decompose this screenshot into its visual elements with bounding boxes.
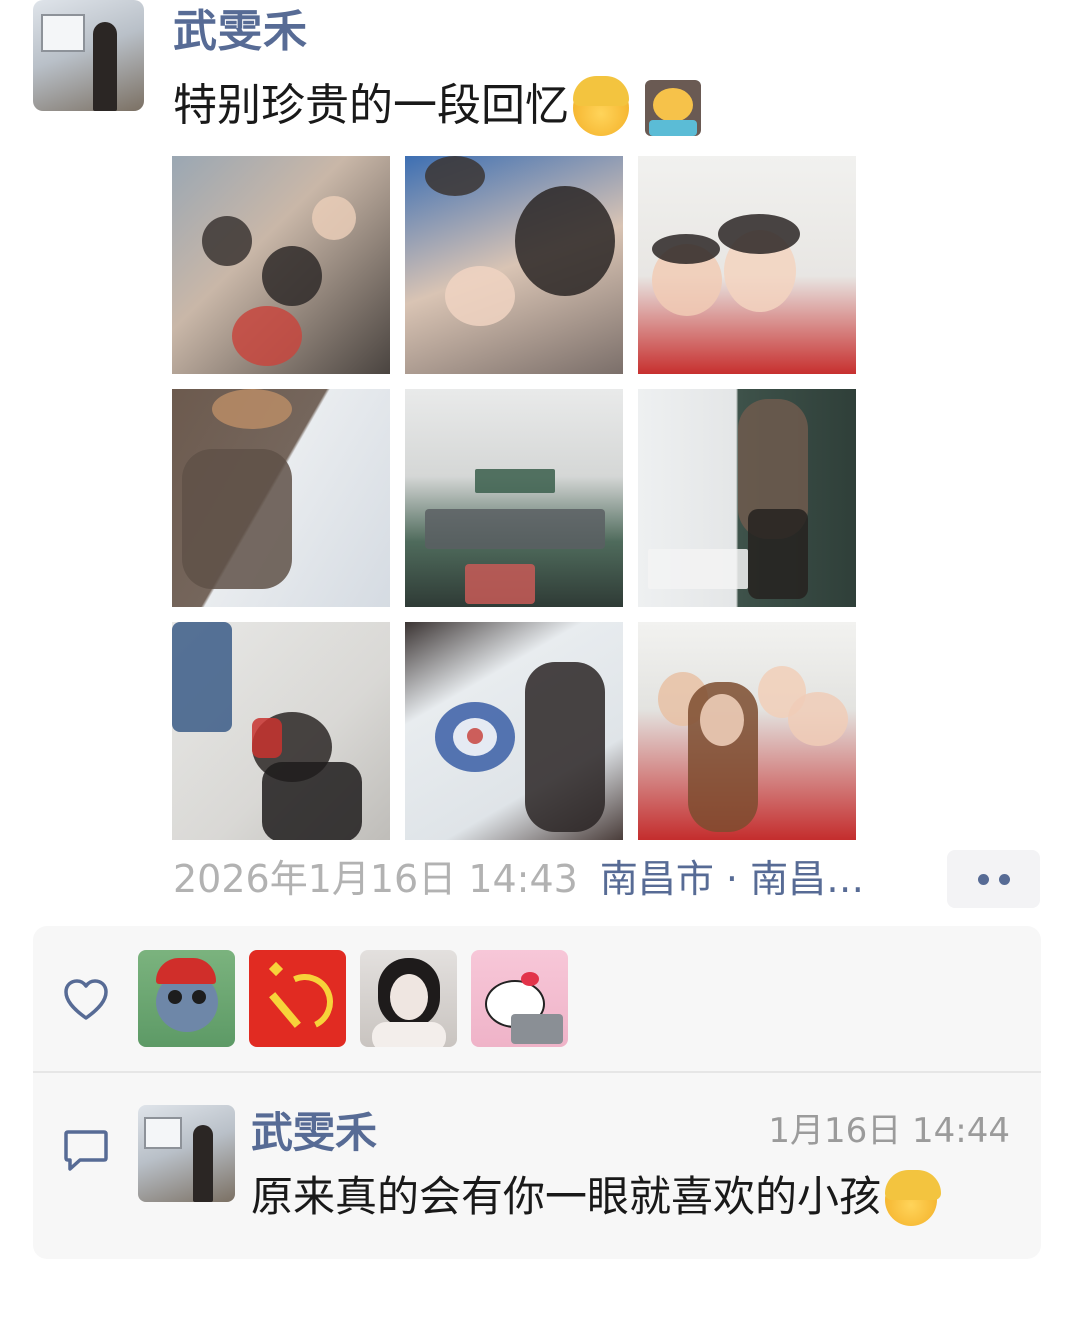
photo-6[interactable] [638,389,856,607]
comment-icon [64,1130,108,1171]
teacher-emoji-icon [645,80,701,136]
photo-1[interactable] [172,156,390,374]
girl-emoji-icon [573,76,629,136]
photo-5[interactable] [405,389,623,607]
girl-emoji-icon [885,1169,942,1226]
dot-icon [977,873,989,885]
panel-divider [33,1071,1041,1073]
comment-text[interactable]: 原来真的会有你一眼就喜欢的小孩 [251,1166,942,1228]
like-avatar-hello-kitty[interactable] [471,950,568,1047]
like-avatar-red-flag[interactable] [249,950,346,1047]
photo-4[interactable] [172,389,390,607]
photo-9[interactable] [638,622,856,840]
post-location[interactable]: 南昌市 · 南昌… [600,857,864,901]
comment-time: 1月16日 14:44 [768,1111,1010,1151]
comment-author-name[interactable]: 武雯禾 [251,1106,377,1160]
comment-text-content: 原来真的会有你一眼就喜欢的小孩 [251,1172,882,1221]
like-avatar-woman[interactable] [360,950,457,1047]
photo-3[interactable] [638,156,856,374]
photo-2[interactable] [405,156,623,374]
more-actions-button[interactable] [947,850,1040,908]
post-timestamp: 2026年1月16日 14:43 [173,857,578,901]
comment-author-avatar[interactable] [138,1105,235,1202]
post-text: 特别珍贵的一段回忆 [173,74,701,138]
heart-icon [64,979,108,1020]
dot-icon [998,873,1010,885]
like-avatar-stitch[interactable] [138,950,235,1047]
photo-8[interactable] [405,622,623,840]
photo-grid [172,156,856,840]
post-meta: 2026年1月16日 14:43 南昌市 · 南昌… [173,852,864,906]
post-text-content: 特别珍贵的一段回忆 [173,80,569,131]
post-author-name[interactable]: 武雯禾 [173,4,308,60]
photo-7[interactable] [172,622,390,840]
author-avatar[interactable] [33,0,144,111]
